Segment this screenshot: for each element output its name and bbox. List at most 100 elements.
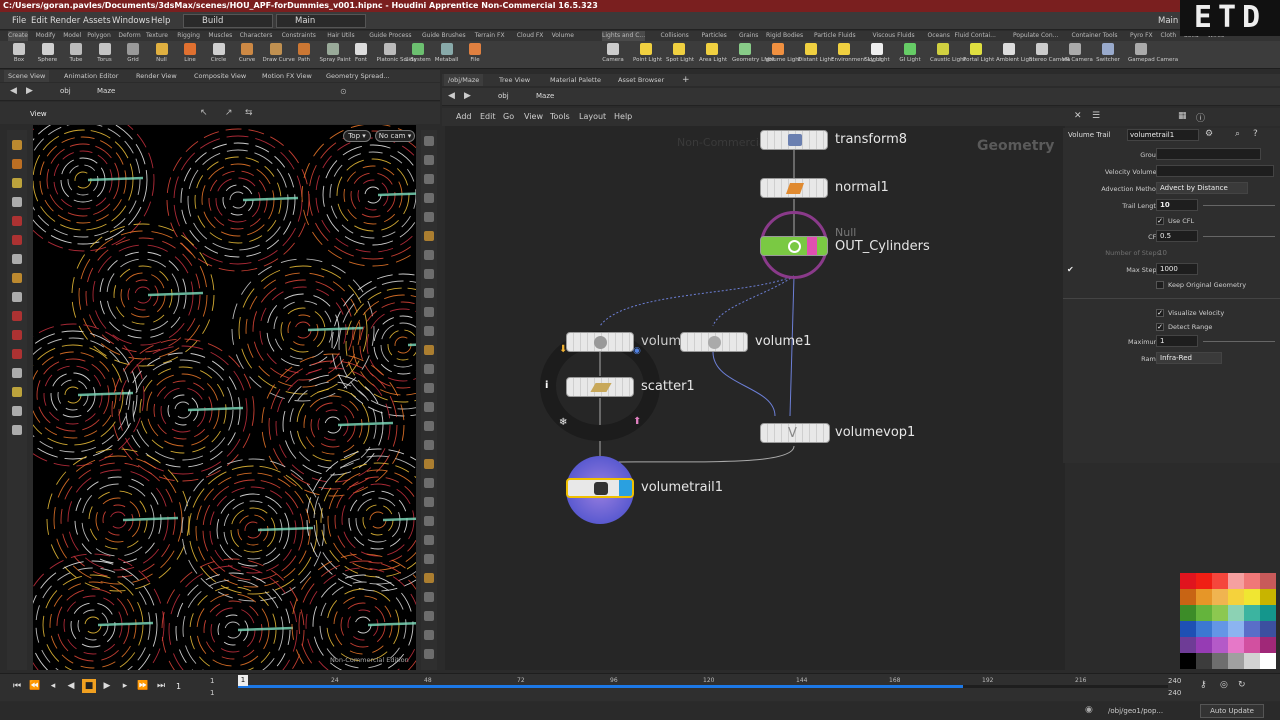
palette-swatch[interactable] [1180, 621, 1196, 637]
keep-original-checkbox[interactable] [1156, 281, 1164, 289]
shelf-tool-button[interactable]: Volume Light [765, 43, 801, 63]
shelf-tool-button[interactable]: Metaball [434, 43, 460, 63]
viewport-tool-icon[interactable] [12, 140, 22, 150]
net-menu-layout[interactable]: Layout [579, 112, 606, 121]
palette-swatch[interactable] [1244, 589, 1260, 605]
display-option-icon[interactable] [424, 649, 434, 659]
use-cfl-checkbox[interactable]: ✓ [1156, 217, 1164, 225]
viewport-tool-icon[interactable] [12, 330, 22, 340]
volume1-node[interactable] [680, 332, 748, 352]
shelf-tab[interactable]: Cloth [1161, 31, 1177, 41]
shelf-tab[interactable]: Rigging [177, 31, 200, 41]
tab-asset-browser[interactable]: Asset Browser [614, 74, 668, 86]
cfl-slider[interactable] [1203, 236, 1275, 237]
shelf-tab[interactable]: Oceans [928, 31, 950, 41]
viewport-tool-icon[interactable] [12, 292, 22, 302]
viewport-tool-icon[interactable] [12, 387, 22, 397]
palette-swatch[interactable] [1228, 621, 1244, 637]
jump-end-icon[interactable]: ⏭ [154, 679, 168, 693]
volume2-node[interactable] [566, 332, 634, 352]
display-option-icon[interactable] [424, 516, 434, 526]
viewport-tool-icon[interactable] [12, 425, 22, 435]
out-cylinders-node[interactable] [760, 236, 828, 256]
viewport-tool-icon[interactable] [12, 311, 22, 321]
shelf-tool-button[interactable]: GI Light [897, 43, 923, 63]
shelf-tool-button[interactable]: Camera [600, 43, 626, 63]
display-option-icon[interactable] [424, 478, 434, 488]
display-option-icon[interactable] [424, 535, 434, 545]
key-icon[interactable]: ⚷ [1200, 680, 1207, 690]
viewport-tool-icon[interactable] [12, 197, 22, 207]
scene-viewport[interactable]: Top ▾ No cam ▾ Non-Commercial Edition [33, 125, 416, 670]
detect-range-checkbox[interactable]: ✓ [1156, 323, 1164, 331]
palette-swatch[interactable] [1196, 653, 1212, 669]
visualize-velocity-checkbox[interactable]: ✓ [1156, 309, 1164, 317]
path-obj[interactable]: obj [60, 87, 71, 95]
add-tab-icon[interactable]: + [678, 74, 694, 86]
wrench-icon[interactable]: ✕ [1074, 111, 1082, 121]
current-frame-field[interactable]: 1 [176, 682, 181, 691]
shelf-tool-button[interactable]: Tube [63, 43, 89, 63]
menu-file[interactable]: File [12, 12, 26, 30]
trail-length-field[interactable]: 10 [1156, 199, 1198, 211]
viewport-tool-icon[interactable] [12, 273, 22, 283]
shelf-tool-button[interactable]: L-System [405, 43, 431, 63]
shelf-tab[interactable]: Cloud FX [517, 31, 544, 41]
display-option-icon[interactable] [424, 383, 434, 393]
shelf-tab[interactable]: Create [8, 31, 28, 41]
network-path-obj[interactable]: obj [498, 92, 509, 100]
shelf-tab[interactable]: Model [63, 31, 81, 41]
shelf-tab[interactable]: Guide Process [369, 31, 411, 41]
display-option-icon[interactable] [424, 136, 434, 146]
timeline-track[interactable]: 1 24 48 72 96 120 144 168 192 216 [238, 675, 1168, 699]
palette-swatch[interactable] [1260, 605, 1276, 621]
shelf-tool-button[interactable]: VR Camera [1062, 43, 1093, 63]
tab-motion-fx-view[interactable]: Motion FX View [258, 70, 316, 82]
viewport-tool-icon[interactable] [12, 254, 22, 264]
shelf-tool-button[interactable]: Torus [92, 43, 118, 63]
shelf-tab[interactable]: Terrain FX [475, 31, 505, 41]
template-flag-icon[interactable]: ◉ [633, 346, 641, 356]
shelf-tool-button[interactable]: Environment Light [831, 43, 882, 63]
maximum-slider[interactable] [1203, 341, 1275, 342]
display-option-icon[interactable] [424, 459, 434, 469]
step-forward-key-icon[interactable]: ⏩ [136, 679, 150, 693]
display-option-icon[interactable] [424, 231, 434, 241]
shelf-tool-button[interactable]: Draw Curve [263, 43, 295, 63]
shelf-tab[interactable]: Constraints [282, 31, 316, 41]
shelf-tab[interactable]: Hair Utils [327, 31, 354, 41]
velocity-volumes-field[interactable] [1156, 165, 1274, 177]
palette-swatch[interactable] [1180, 605, 1196, 621]
display-option-icon[interactable] [424, 497, 434, 507]
viewport-tool-icon[interactable] [12, 406, 22, 416]
bypass-flag-icon[interactable]: ⬆ [633, 416, 641, 427]
palette-swatch[interactable] [1260, 653, 1276, 669]
tab-material-palette[interactable]: Material Palette [546, 74, 605, 86]
shelf-tab[interactable]: Populate Con... [1013, 31, 1058, 41]
shelf-tool-button[interactable]: Stereo Camera [1029, 43, 1070, 63]
shelf-tab[interactable]: Pyro FX [1130, 31, 1153, 41]
volumetrail1-node[interactable] [566, 478, 634, 498]
palette-swatch[interactable] [1180, 573, 1196, 589]
frame-marker[interactable]: 1 [238, 675, 248, 686]
tab-animation-editor[interactable]: Animation Editor [60, 70, 122, 82]
palette-swatch[interactable] [1196, 589, 1212, 605]
display-option-icon[interactable] [424, 630, 434, 640]
back-arrow-icon[interactable]: ◀ [10, 86, 17, 96]
search-icon[interactable]: ⌕ [1235, 129, 1240, 139]
node-name-field[interactable]: volumetrail1 [1127, 129, 1199, 141]
ramp-dropdown[interactable]: Infra-Red [1156, 352, 1222, 364]
select-arrow-icon[interactable]: ↖ [200, 108, 208, 118]
net-menu-view[interactable]: View [524, 112, 543, 121]
display-option-icon[interactable] [424, 193, 434, 203]
shelf-tool-button[interactable]: Curve [234, 43, 260, 63]
palette-swatch[interactable] [1196, 621, 1212, 637]
shelf-tool-button[interactable]: Spray Paint [320, 43, 351, 63]
path-maze[interactable]: Maze [97, 87, 115, 95]
shelf-tab[interactable]: Lights and C... [602, 31, 646, 41]
display-option-icon[interactable] [424, 421, 434, 431]
layout-icon[interactable]: ☰ [1092, 111, 1100, 121]
network-path-maze[interactable]: Maze [536, 92, 554, 100]
display-option-icon[interactable] [424, 307, 434, 317]
stop-icon[interactable]: ■ [82, 679, 96, 693]
